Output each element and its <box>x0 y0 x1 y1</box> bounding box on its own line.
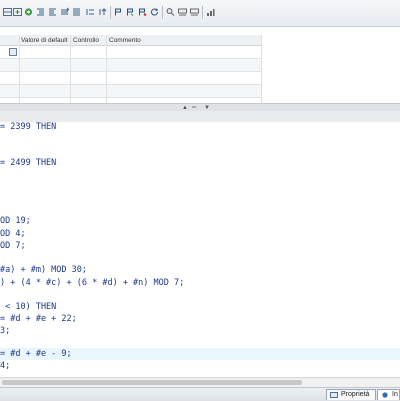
code-line[interactable]: < 10) THEN <box>0 302 400 313</box>
table-row[interactable] <box>0 85 262 98</box>
xor-icon[interactable] <box>190 7 199 17</box>
toolbar-separator <box>110 6 111 19</box>
table-row[interactable] <box>0 46 262 59</box>
code-line[interactable] <box>0 169 400 180</box>
tab-info[interactable]: In <box>377 389 400 400</box>
list-icon[interactable] <box>72 7 81 17</box>
column-divider <box>70 35 71 103</box>
add-row-icon[interactable] <box>13 7 22 17</box>
sort-icon[interactable] <box>98 7 107 17</box>
go-forward-icon[interactable] <box>138 7 147 17</box>
column-comment[interactable]: Commento <box>109 37 141 44</box>
toolbar-separator <box>202 6 203 19</box>
scl-code-editor[interactable]: = 2399 THEN = 2499 THEN OD 19; OD 4; OD … <box>0 122 400 377</box>
code-line[interactable] <box>0 180 400 191</box>
properties-icon <box>330 392 338 398</box>
indent-right-icon[interactable] <box>48 7 57 17</box>
code-line[interactable] <box>0 290 400 301</box>
tab-info-label: In <box>392 391 398 398</box>
info-icon <box>382 392 388 398</box>
toolbar-separator <box>162 6 163 19</box>
table-row[interactable] <box>0 59 262 72</box>
code-line[interactable]: 4; <box>0 361 400 372</box>
refresh-icon[interactable] <box>150 7 159 17</box>
find-icon[interactable] <box>166 7 175 17</box>
code-line[interactable]: 3; <box>0 326 400 337</box>
code-line[interactable]: OD 19; <box>0 216 400 227</box>
indent-left-icon[interactable] <box>36 7 45 17</box>
code-line[interactable]: OD 7; <box>0 241 400 252</box>
code-line[interactable]: = #d + #e + 22; <box>0 314 400 325</box>
code-line[interactable] <box>0 144 400 155</box>
inspector-tab-bar: Proprietà In <box>0 387 400 401</box>
code-line-current[interactable]: = #d + #e - 9; <box>0 348 400 360</box>
code-line[interactable]: = 2399 THEN <box>0 122 400 133</box>
network-icon[interactable] <box>206 7 215 17</box>
column-divider <box>19 35 20 103</box>
code-line[interactable] <box>0 133 400 144</box>
column-divider <box>106 35 107 103</box>
outdent-icon[interactable] <box>60 7 69 17</box>
code-line[interactable]: #a) + #m) MOD 30; <box>0 265 400 276</box>
go-back-icon[interactable] <box>126 7 135 17</box>
tab-properties[interactable]: Proprietà <box>326 389 376 400</box>
code-line[interactable]: OD 4; <box>0 229 400 240</box>
scrollbar-thumb[interactable] <box>2 380 302 385</box>
code-line[interactable] <box>0 191 400 202</box>
code-line[interactable]: = 2499 THEN <box>0 158 400 169</box>
align-icon[interactable] <box>86 7 95 17</box>
insert-row-icon[interactable] <box>3 7 12 17</box>
compile-icon[interactable] <box>24 7 33 17</box>
table-empty-area <box>262 35 400 103</box>
monitor-icon[interactable] <box>114 7 123 17</box>
column-check[interactable]: Controllo <box>73 37 99 44</box>
tab-properties-label: Proprietà <box>341 391 370 398</box>
abs-icon[interactable] <box>178 7 187 17</box>
code-line[interactable] <box>0 202 400 213</box>
column-default-value[interactable]: Valore di default <box>21 37 68 44</box>
table-row[interactable] <box>0 72 262 85</box>
editor-toolbar <box>0 0 400 27</box>
row-expand-icon[interactable] <box>9 48 17 56</box>
table-header: Valore di default Controllo Commento <box>0 35 262 46</box>
code-line[interactable] <box>0 253 400 264</box>
code-line[interactable]: ) + (4 * #c) + (6 * #d) + #n) MOD 7; <box>0 278 400 289</box>
horizontal-scrollbar[interactable] <box>0 377 400 387</box>
